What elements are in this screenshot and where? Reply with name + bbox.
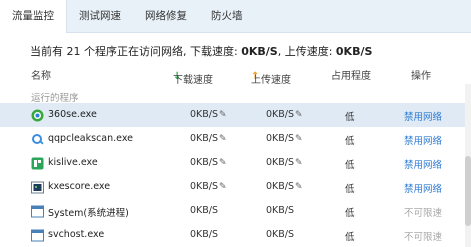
table-header: 名称 ↓ 下载速度 ↑ 上传速度 占用程度 操作	[0, 63, 465, 86]
usage-level: 低	[345, 208, 355, 219]
traffic-summary: 当前有 21 个程序正在访问网络, 下载速度: 0KB/S, 上传速度: 0KB…	[30, 43, 372, 59]
upload-value: 0KB/S	[266, 181, 295, 192]
download-value: 0KB/S	[190, 109, 219, 120]
process-name: kislive.exe	[48, 157, 98, 168]
edit-icon[interactable]: ✎	[295, 134, 303, 144]
upload-value: 0KB/S	[266, 133, 295, 144]
edit-icon[interactable]: ✎	[295, 158, 303, 168]
process-name: 360se.exe	[48, 109, 97, 120]
upload-value: 0KB/S	[266, 157, 295, 168]
cannot-limit-label: 不可限速	[404, 232, 443, 243]
disable-network-link[interactable]: 禁用网络	[404, 181, 442, 195]
summary-prefix: 当前有 21 个程序正在访问网络, 下载速度:	[30, 45, 242, 58]
edit-icon[interactable]: ✎	[219, 134, 227, 144]
upload-value: 0KB/S	[266, 109, 295, 120]
column-upload-label: 上传速度	[251, 75, 291, 86]
upload-speed[interactable]: 0KB/S✎	[266, 133, 303, 144]
usage-level: 低	[345, 184, 355, 195]
upload-speed[interactable]: 0KB/S✎	[266, 157, 303, 168]
table-row[interactable]: kislive.exe 0KB/S✎ 0KB/S✎ 低 禁用网络	[0, 151, 465, 175]
usage-level: 低	[345, 112, 355, 123]
tab-network-repair[interactable]: 网络修复	[133, 0, 199, 32]
disable-network-link[interactable]: 禁用网络	[404, 157, 442, 171]
scrollbar-thumb[interactable]	[465, 156, 471, 226]
summary-upload: 0KB/S	[335, 45, 373, 58]
upload-speed[interactable]: 0KB/S✎	[266, 181, 303, 192]
kxescore-icon	[31, 181, 44, 194]
download-speed[interactable]: 0KB/S✎	[190, 181, 227, 192]
process-name: qqpcleakscan.exe	[48, 133, 134, 144]
download-speed: 0KB/S	[190, 229, 219, 240]
group-running-programs: 运行的程序	[31, 93, 79, 104]
tab-speed-test[interactable]: 测试网速	[67, 0, 133, 32]
download-value: 0KB/S	[190, 133, 219, 144]
disable-network-link[interactable]: 禁用网络	[404, 109, 442, 123]
process-name: kxescore.exe	[48, 181, 111, 192]
summary-download: 0KB/S	[241, 45, 278, 58]
usage-level: 低	[345, 232, 355, 243]
cannot-limit-label: 不可限速	[404, 208, 443, 219]
table-row[interactable]: svchost.exe 0KB/S 0KB/S 低 不可限速	[0, 223, 465, 247]
process-name: svchost.exe	[48, 229, 105, 240]
download-value: 0KB/S	[190, 181, 219, 192]
window-icon	[31, 205, 44, 218]
upload-speed: 0KB/S	[266, 229, 295, 240]
table-row[interactable]: 360se.exe 0KB/S✎ 0KB/S✎ 低 禁用网络	[0, 103, 465, 127]
360se-icon	[31, 109, 44, 122]
upload-speed[interactable]: 0KB/S✎	[266, 109, 303, 120]
column-name: 名称	[31, 71, 51, 82]
edit-icon[interactable]: ✎	[295, 110, 303, 120]
tab-traffic-monitor[interactable]: 流量监控	[0, 0, 67, 33]
download-speed[interactable]: 0KB/S✎	[190, 109, 227, 120]
edit-icon[interactable]: ✎	[295, 182, 303, 192]
process-name: System(系统进程)	[48, 208, 129, 219]
table-row[interactable]: qqpcleakscan.exe 0KB/S✎ 0KB/S✎ 低 禁用网络	[0, 127, 465, 151]
upload-speed: 0KB/S	[266, 205, 295, 216]
usage-level: 低	[345, 160, 355, 171]
usage-level: 低	[345, 136, 355, 147]
summary-middle: , 上传速度:	[277, 45, 336, 58]
column-level[interactable]: 占用程度	[331, 67, 371, 82]
kislive-icon	[31, 157, 44, 170]
edit-icon[interactable]: ✎	[219, 110, 227, 120]
download-speed[interactable]: 0KB/S✎	[190, 157, 227, 168]
download-value: 0KB/S	[190, 157, 219, 168]
column-download-label: 下载速度	[173, 75, 213, 86]
window-icon	[31, 229, 44, 242]
disable-network-link[interactable]: 禁用网络	[404, 133, 442, 147]
qq-pc-icon	[32, 134, 44, 145]
tab-firewall[interactable]: 防火墙	[199, 0, 255, 32]
column-action: 操作	[411, 71, 431, 82]
download-speed[interactable]: 0KB/S✎	[190, 133, 227, 144]
edit-icon[interactable]: ✎	[219, 158, 227, 168]
vertical-scrollbar[interactable]	[465, 84, 471, 247]
tab-bar: 流量监控 测试网速 网络修复 防火墙	[0, 0, 471, 33]
edit-icon[interactable]: ✎	[219, 182, 227, 192]
table-row[interactable]: kxescore.exe 0KB/S✎ 0KB/S✎ 低 禁用网络	[0, 175, 465, 199]
download-speed: 0KB/S	[190, 205, 219, 216]
table-row[interactable]: System(系统进程) 0KB/S 0KB/S 低 不可限速	[0, 199, 465, 223]
